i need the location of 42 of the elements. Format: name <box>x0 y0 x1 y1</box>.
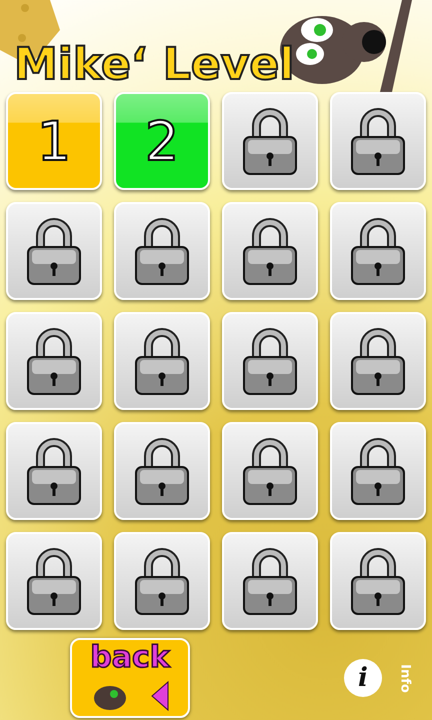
locked-level-button[interactable] <box>330 312 426 410</box>
locked-level-button[interactable] <box>330 422 426 520</box>
game-title: Mike‘ Level <box>14 39 294 90</box>
padlock-icon <box>349 216 407 286</box>
locked-level-button[interactable] <box>222 312 318 410</box>
back-button[interactable]: back <box>70 638 190 718</box>
padlock-icon <box>25 326 83 396</box>
info-label: Info <box>398 663 412 693</box>
locked-level-button[interactable] <box>114 532 210 630</box>
padlock-icon <box>349 326 407 396</box>
info-button[interactable]: i <box>344 659 382 697</box>
locked-level-button[interactable] <box>222 92 318 190</box>
locked-level-button[interactable] <box>6 202 102 300</box>
locked-level-button[interactable] <box>6 532 102 630</box>
locked-level-button[interactable] <box>222 422 318 520</box>
level-button[interactable]: 1 <box>6 92 102 190</box>
padlock-icon <box>241 546 299 616</box>
locked-level-button[interactable] <box>114 422 210 520</box>
padlock-icon <box>133 216 191 286</box>
locked-level-button[interactable] <box>222 202 318 300</box>
padlock-icon <box>133 546 191 616</box>
locked-level-button[interactable] <box>6 312 102 410</box>
locked-level-button[interactable] <box>330 92 426 190</box>
padlock-icon <box>133 436 191 506</box>
locked-level-button[interactable] <box>6 422 102 520</box>
padlock-icon <box>349 546 407 616</box>
padlock-icon <box>25 216 83 286</box>
padlock-icon <box>349 106 407 176</box>
padlock-icon <box>25 546 83 616</box>
locked-level-button[interactable] <box>222 532 318 630</box>
padlock-icon <box>241 326 299 396</box>
padlock-icon <box>241 216 299 286</box>
padlock-icon <box>241 436 299 506</box>
padlock-icon <box>349 436 407 506</box>
padlock-icon <box>25 436 83 506</box>
locked-level-button[interactable] <box>330 202 426 300</box>
padlock-icon <box>241 106 299 176</box>
level-button[interactable]: 2 <box>114 92 210 190</box>
locked-level-button[interactable] <box>114 312 210 410</box>
locked-level-button[interactable] <box>114 202 210 300</box>
padlock-icon <box>133 326 191 396</box>
locked-level-button[interactable] <box>330 532 426 630</box>
